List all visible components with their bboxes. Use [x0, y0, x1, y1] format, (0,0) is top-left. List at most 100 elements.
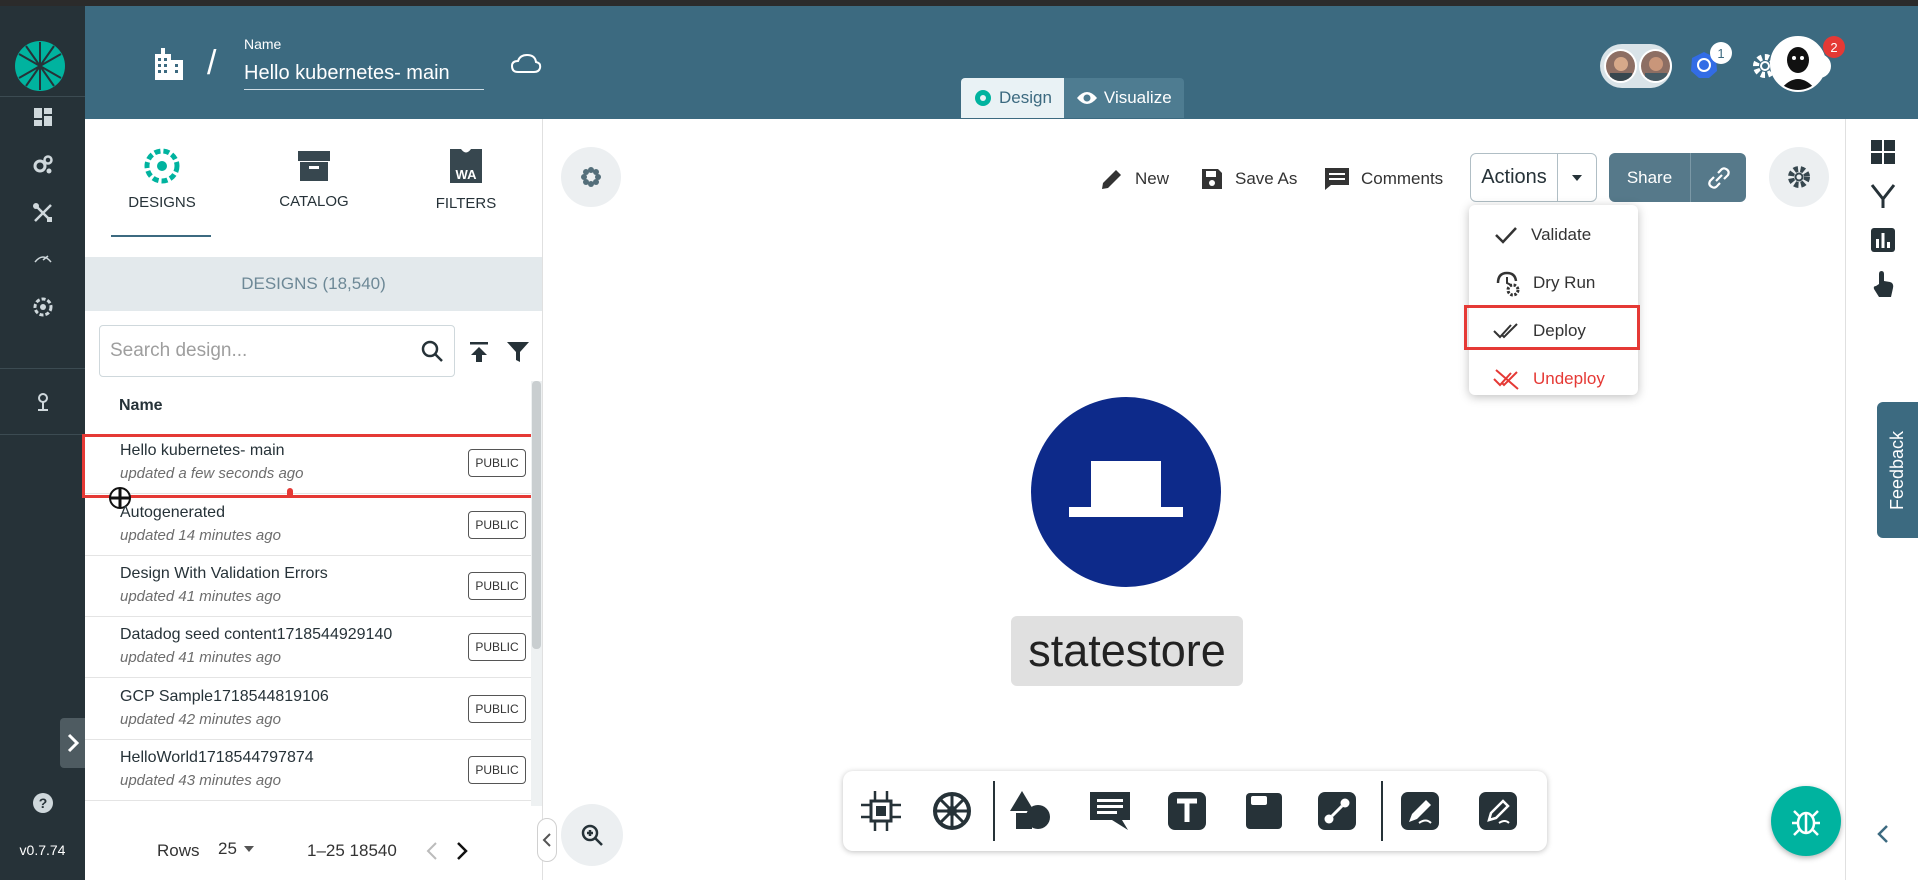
location-pin-icon[interactable]: [30, 388, 56, 414]
visibility-badge[interactable]: PUBLIC: [468, 756, 526, 784]
rows-per-page-select[interactable]: 25: [218, 839, 256, 859]
dashboard-icon[interactable]: [30, 104, 56, 130]
metrics-button[interactable]: [1868, 225, 1898, 255]
new-button[interactable]: New: [1099, 161, 1169, 197]
helm-wheel-icon: [933, 792, 971, 830]
active-tab-underline: [111, 235, 211, 237]
upload-design-icon[interactable]: [466, 339, 492, 365]
list-scroll-thumb[interactable]: [532, 381, 541, 649]
layers-button[interactable]: [1868, 181, 1898, 211]
cloud-sync-icon[interactable]: [510, 52, 542, 76]
share-button[interactable]: Share: [1609, 153, 1691, 202]
visibility-badge[interactable]: PUBLIC: [468, 572, 526, 600]
design-updated: updated 42 minutes ago: [120, 711, 281, 728]
design-mode-label: Design: [999, 88, 1052, 107]
configuration-tools-icon[interactable]: [30, 200, 56, 226]
chevron-right-icon: [67, 733, 80, 753]
feedback-tab[interactable]: Feedback: [1877, 402, 1918, 538]
visibility-badge[interactable]: PUBLIC: [468, 511, 526, 539]
next-page-icon[interactable]: [455, 841, 469, 861]
table-row[interactable]: HelloWorld1718544797874 updated 43 minut…: [85, 740, 531, 801]
interaction-button[interactable]: [1868, 269, 1898, 299]
actions-toggle[interactable]: [1558, 154, 1596, 201]
node-label[interactable]: statestore: [1011, 616, 1243, 686]
designs-panel: DESIGNS CATALOG WA FILTERS DESIGNS (18,5…: [82, 119, 542, 880]
table-row[interactable]: GCP Sample1718544819106 updated 42 minut…: [85, 679, 531, 740]
design-updated: updated 41 minutes ago: [120, 649, 281, 666]
tab-filters[interactable]: WA FILTERS: [396, 119, 536, 239]
connector-tool[interactable]: [1313, 787, 1361, 835]
table-row[interactable]: Design With Validation Errors updated 41…: [85, 556, 531, 617]
comment-tool[interactable]: [1086, 787, 1134, 835]
undeploy-menu-item[interactable]: Undeploy: [1469, 357, 1638, 401]
section-tool[interactable]: [1240, 787, 1288, 835]
lifecycle-gears-icon[interactable]: [30, 152, 56, 178]
visibility-badge[interactable]: PUBLIC: [468, 633, 526, 661]
component-tool[interactable]: [857, 787, 905, 835]
save-as-button[interactable]: Save As: [1199, 161, 1297, 197]
table-row[interactable]: Datadog seed content1718544929140 update…: [85, 617, 531, 678]
pen-tool[interactable]: [1396, 787, 1444, 835]
avatar: [1604, 49, 1637, 83]
search-design-input[interactable]: Search design...: [99, 325, 455, 377]
breadcrumb-separator: /: [207, 44, 217, 82]
rows-label: Rows: [157, 841, 200, 860]
report-bug-button[interactable]: [1771, 786, 1841, 856]
performance-gauge-icon[interactable]: [30, 246, 56, 272]
actions-dropdown[interactable]: Actions: [1470, 153, 1597, 202]
tab-designs[interactable]: DESIGNS: [92, 119, 232, 239]
catalog-archive-icon: [298, 150, 330, 181]
comment-icon: [1090, 792, 1130, 830]
visualize-mode-tab[interactable]: Visualize: [1063, 78, 1184, 118]
tab-designs-label: DESIGNS: [128, 193, 196, 211]
design-mode-tab[interactable]: Design: [961, 78, 1064, 118]
design-title: Datadog seed content1718544929140: [120, 626, 393, 643]
collapse-right-rail-button[interactable]: [1868, 819, 1898, 849]
actions-label[interactable]: Actions: [1471, 154, 1558, 201]
collaborator-avatars[interactable]: [1600, 44, 1672, 88]
design-canvas[interactable]: New Save As Comments Actions Share Valid…: [542, 119, 1845, 880]
user-avatar[interactable]: [1770, 36, 1826, 92]
tab-catalog[interactable]: CATALOG: [244, 119, 384, 239]
prev-page-icon[interactable]: [425, 841, 439, 861]
shapes-tool[interactable]: [1006, 787, 1054, 835]
table-row[interactable]: Autogenerated updated 14 minutes ago PUB…: [85, 495, 531, 556]
undeploy-icon: [1493, 369, 1519, 390]
grid-view-button[interactable]: [1868, 137, 1898, 167]
dock-divider: [993, 781, 995, 841]
save-disk-icon: [1202, 169, 1222, 189]
selected-row-highlight: [82, 434, 534, 498]
validate-menu-item[interactable]: Validate: [1469, 213, 1638, 257]
comments-button[interactable]: Comments: [1323, 161, 1443, 197]
organization-building-icon[interactable]: [151, 46, 187, 80]
text-tool[interactable]: [1163, 787, 1211, 835]
extensions-icon[interactable]: [30, 294, 56, 320]
freehand-tool[interactable]: [1474, 787, 1522, 835]
canvas-settings-button[interactable]: [1769, 147, 1829, 207]
design-title: Design With Validation Errors: [120, 565, 328, 582]
validate-label: Validate: [1531, 225, 1592, 244]
filter-funnel-icon[interactable]: [505, 339, 531, 365]
name-column-header: Name: [119, 397, 163, 414]
zoom-button[interactable]: [561, 804, 623, 866]
kubernetes-tool[interactable]: [928, 787, 976, 835]
chevron-left-icon: [542, 833, 551, 847]
text-icon: [1168, 792, 1206, 830]
collapse-panel-button[interactable]: [537, 818, 557, 862]
design-swirl-icon: [975, 90, 991, 106]
mode-switch: Design Visualize: [961, 78, 1184, 118]
help-icon[interactable]: ?: [30, 790, 56, 816]
rail-divider: [0, 96, 85, 97]
visibility-badge[interactable]: PUBLIC: [468, 695, 526, 723]
layout-options-button[interactable]: [561, 147, 621, 207]
design-name-input[interactable]: Hello kubernetes- main: [244, 56, 484, 90]
copy-link-button[interactable]: [1691, 153, 1746, 202]
freehand-draw-icon: [1479, 792, 1517, 830]
statestore-node[interactable]: [1031, 397, 1221, 587]
meshery-logo-icon[interactable]: [14, 40, 66, 92]
search-icon[interactable]: [420, 339, 444, 363]
design-updated: updated 41 minutes ago: [120, 588, 281, 605]
expand-rail-button[interactable]: [60, 718, 86, 768]
dry-run-menu-item[interactable]: Dry Run: [1469, 261, 1638, 305]
rail-divider: [0, 434, 85, 435]
